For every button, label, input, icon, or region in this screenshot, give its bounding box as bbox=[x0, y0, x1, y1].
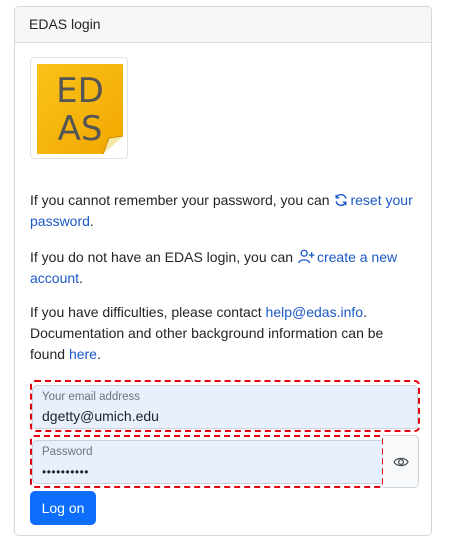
help-email-link[interactable]: help@edas.info bbox=[266, 304, 364, 320]
login-card: EDAS login ED AS If you cannot remember … bbox=[14, 6, 432, 536]
eye-icon bbox=[392, 457, 409, 466]
logo-text-line1: ED bbox=[56, 71, 104, 111]
log-on-button[interactable]: Log on bbox=[30, 491, 96, 525]
contact-paragraph: If you have difficulties, please contact… bbox=[30, 302, 418, 365]
add-user-icon bbox=[298, 249, 315, 264]
reset-password-paragraph: If you cannot remember your password, yo… bbox=[30, 190, 418, 232]
contact-text: If you have difficulties, please contact bbox=[30, 304, 262, 320]
contact-post: . bbox=[96, 346, 101, 362]
create-post: . bbox=[79, 270, 83, 286]
edas-logo-graphic: ED AS bbox=[37, 64, 124, 155]
edas-logo: ED AS bbox=[30, 57, 128, 159]
show-password-button[interactable] bbox=[383, 435, 419, 488]
logo-text-line2: AS bbox=[58, 109, 103, 149]
create-account-paragraph: If you do not have an EDAS login, you ca… bbox=[30, 247, 418, 289]
email-field[interactable]: Your email address dgetty@umich.edu bbox=[32, 385, 418, 429]
password-label: Password bbox=[42, 446, 93, 458]
password-field[interactable]: Password •••••••••• bbox=[32, 440, 384, 484]
create-text: If you do not have an EDAS login, you ca… bbox=[30, 249, 294, 265]
email-label: Your email address bbox=[42, 391, 141, 403]
card-header: EDAS login bbox=[15, 7, 431, 43]
email-value[interactable]: dgetty@umich.edu bbox=[42, 408, 159, 424]
card-title: EDAS login bbox=[29, 16, 101, 32]
documentation-here-link[interactable]: here bbox=[69, 346, 97, 362]
password-value[interactable]: •••••••••• bbox=[42, 465, 89, 479]
reset-text: If you cannot remember your password, yo… bbox=[30, 192, 330, 208]
refresh-icon bbox=[335, 193, 347, 207]
reset-post: . bbox=[89, 213, 94, 229]
